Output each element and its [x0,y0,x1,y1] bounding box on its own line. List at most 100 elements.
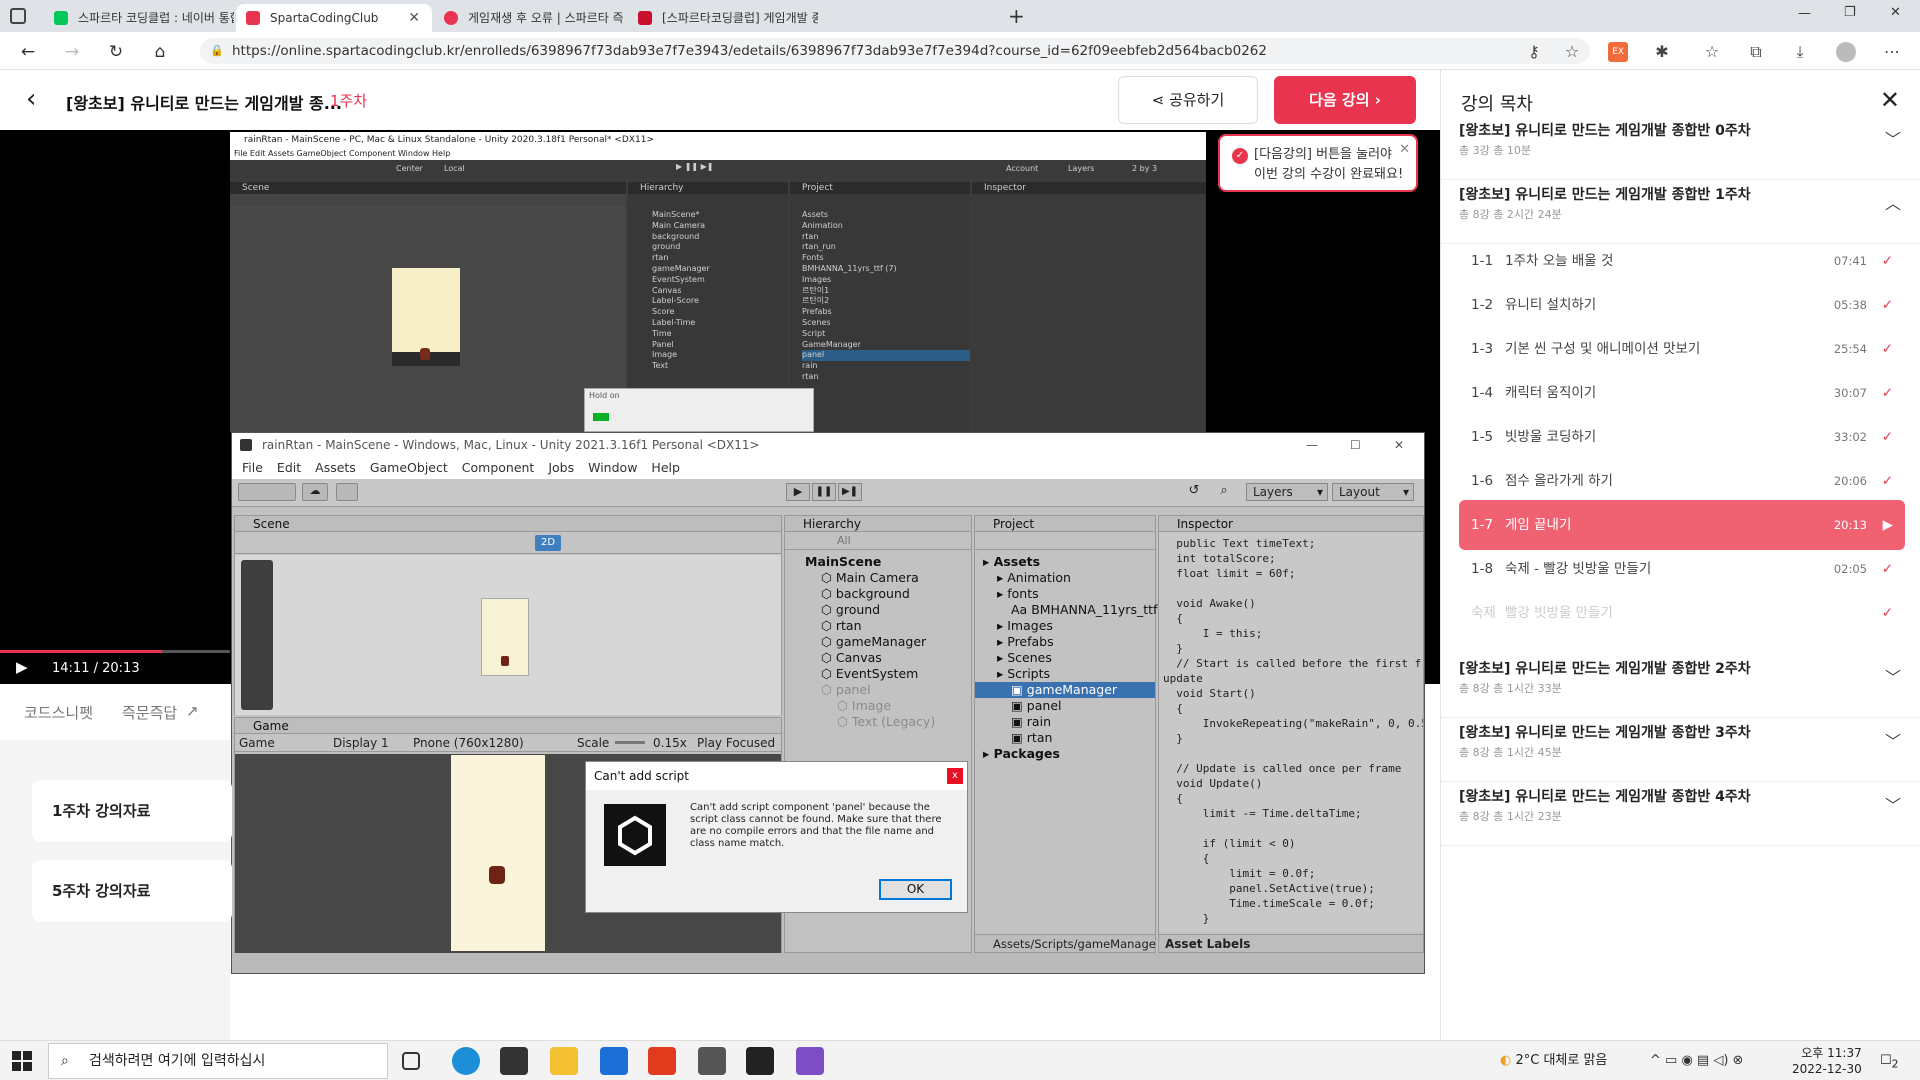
old-hierarchy-item[interactable]: Score [652,307,788,318]
display-dropdown[interactable]: Display 1 [333,734,389,752]
home-icon[interactable]: ⌂ [148,40,172,64]
old-scene-tab[interactable]: Scene [230,182,626,194]
tab-qna[interactable]: 즉문즉답 [122,702,177,723]
close-icon[interactable]: ✕ [1880,86,1900,114]
lesson-item[interactable]: 1-1 1주차 오늘 배울 것 07:41 ✓ [1459,236,1905,286]
puzzle-icon[interactable]: ✱ [1652,42,1672,62]
week-section[interactable]: [왕초보] 유니티로 만드는 게임개발 종합반 0주차 총 3강 총 10분 ﹀ [1441,120,1920,180]
step-button[interactable]: ▶❚ [838,483,862,501]
account-button[interactable] [238,483,296,501]
new-tab-button[interactable]: + [1008,4,1025,28]
download-icon[interactable]: ⤓ [1790,42,1810,62]
unity-close-button[interactable]: ✕ [1394,433,1404,457]
favorites-bar-icon[interactable]: ☆ [1702,42,1722,62]
project-item[interactable]: ▸ Images [975,618,1155,634]
old-hierarchy-item[interactable]: EventSystem [652,275,788,286]
unity-hub-icon[interactable] [698,1047,726,1075]
hierarchy-item[interactable]: ⬡ Image [785,698,971,714]
hierarchy-item[interactable]: ⬡ background [785,586,971,602]
menu-edit[interactable]: Edit [277,460,301,475]
maximize-button[interactable]: ❐ [1844,5,1856,20]
minimize-button[interactable]: — [1798,6,1811,21]
layout-dropdown[interactable]: Layout ▾ [1332,483,1414,501]
old-project-item[interactable]: rain [802,361,970,372]
menu-jobs[interactable]: Jobs [548,460,574,475]
scale-slider[interactable] [615,741,645,744]
project-item[interactable]: ▸ Scenes [975,650,1155,666]
menu-file[interactable]: File [242,460,263,475]
menu-help[interactable]: Help [651,460,680,475]
tooltip-close-icon[interactable]: ✕ [1399,140,1410,160]
hierarchy-search[interactable]: All [785,532,971,550]
chevron-down-icon[interactable]: ﹀ [1885,126,1901,150]
lesson-item[interactable]: 1-3 기본 씬 구성 및 애니메이션 맛보기 25:54 ✓ [1459,324,1905,374]
old-project-item[interactable]: Animation [802,221,970,232]
layers-dropdown[interactable]: Layers [1068,164,1094,173]
week-section[interactable]: [왕초보] 유니티로 만드는 게임개발 종합반 2주차 총 8강 총 1시간 33… [1441,658,1920,718]
history-icon[interactable]: ↺ [1182,483,1206,501]
project-item[interactable]: ▸ Animation [975,570,1155,586]
week1-material-card[interactable]: 1주차 강의자료 [32,780,232,842]
old-hierarchy-tab[interactable]: Hierarchy [628,182,788,194]
chevron-down-icon[interactable]: ﹀ [1885,664,1901,688]
project-search[interactable] [975,532,1155,550]
store-icon[interactable] [500,1047,528,1075]
windows-start-icon[interactable] [12,1051,32,1071]
hierarchy-item[interactable]: ⬡ ground [785,602,971,618]
office-icon[interactable] [648,1047,676,1075]
chevron-up-icon[interactable]: ︿ [1885,190,1901,214]
project-item[interactable]: ▸ Packages [975,746,1155,762]
chevron-down-icon[interactable]: ﹀ [1885,792,1901,816]
project-item[interactable]: ▣ rain [975,714,1155,730]
old-project-item[interactable]: BMHANNA_11yrs_ttf (7) [802,264,970,275]
close-tab-icon[interactable]: ✕ [408,4,420,32]
share-button[interactable]: ⋖ 공유하기 [1118,76,1258,124]
hierarchy-item[interactable]: ⬡ rtan [785,618,971,634]
inspector-tab[interactable]: Inspector [1159,516,1423,532]
cloud-icon[interactable]: ☁ [302,483,328,501]
mail-icon[interactable] [600,1047,628,1075]
forward-icon[interactable]: → [60,40,84,64]
profile-avatar[interactable] [1836,42,1856,62]
tab-actions-icon[interactable] [10,8,26,24]
old-project-item[interactable]: 르탄이2 [802,296,970,307]
tray-icons[interactable]: ^ ▭ ◉ ▤ ◁) ⊗ [1650,1053,1743,1068]
collections-icon[interactable]: ⧉ [1746,42,1766,62]
clock[interactable]: 오후 11:37 2022-12-30 [1792,1045,1862,1077]
edge-icon[interactable] [452,1047,480,1075]
scene-2d-toggle[interactable]: 2D [535,535,561,551]
chevron-down-icon[interactable]: ﹀ [1885,728,1901,752]
old-project-item[interactable]: Script [802,329,970,340]
project-tab[interactable]: Project [975,516,1155,532]
taskbar-search[interactable]: ⌕ 검색하려면 여기에 입력하십시 [48,1043,388,1079]
week5-material-card[interactable]: 5주차 강의자료 [32,860,232,922]
unity-icon[interactable] [746,1047,774,1075]
visual-studio-icon[interactable] [796,1047,824,1075]
favorite-icon[interactable]: ☆ [1562,42,1582,62]
play-button[interactable]: ▶ [786,483,810,501]
lesson-item[interactable]: 1-4 캐릭터 움직이기 30:07 ✓ [1459,368,1905,418]
old-project-item[interactable]: Assets [802,210,970,221]
hierarchy-item[interactable]: ⬡ Main Camera [785,570,971,586]
hierarchy-item[interactable]: ⬡ panel [785,682,971,698]
hierarchy-item[interactable]: ⬡ gameManager [785,634,971,650]
lesson-item[interactable]: 1-6 점수 올라가게 하기 20:06 ✓ [1459,456,1905,506]
old-hierarchy-item[interactable]: Text [652,361,788,372]
browser-tab-question[interactable]: 게임재생 후 오류 | 스파르타 즉문 [434,4,624,32]
old-project-item[interactable]: rtan_run [802,242,970,253]
old-project-item[interactable]: panel [802,350,970,362]
game-view-dropdown[interactable]: Game [239,734,275,752]
old-hierarchy-item[interactable]: Time [652,329,788,340]
old-hierarchy-item[interactable]: MainScene* [652,210,788,221]
old-project-tab[interactable]: Project [790,182,970,194]
old-hierarchy-item[interactable]: Canvas [652,286,788,297]
lesson-item[interactable]: 숙제 빨강 빗방울 만들기 ✓ [1459,588,1905,638]
week-section[interactable]: [왕초보] 유니티로 만드는 게임개발 종합반 3주차 총 8강 총 1시간 45… [1441,722,1920,782]
menu-window[interactable]: Window [588,460,637,475]
unity-minimize-button[interactable]: — [1306,433,1318,457]
old-project-item[interactable]: Images [802,275,970,286]
url-bar[interactable]: 🔒 https://online.spartacodingclub.kr/enr… [200,38,1590,64]
hierarchy-item[interactable]: ⬡ Text (Legacy) [785,714,971,730]
hierarchy-item[interactable]: ⬡ Canvas [785,650,971,666]
refresh-icon[interactable]: ↻ [104,40,128,64]
